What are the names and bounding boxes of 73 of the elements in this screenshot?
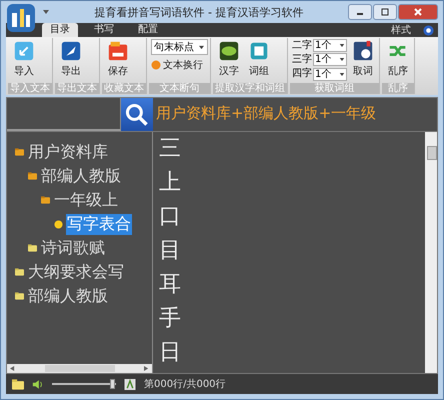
export-icon (60, 40, 82, 62)
ribbon-button[interactable]: 词组 (245, 39, 273, 79)
leaf-icon (218, 40, 240, 62)
wrap-text-button[interactable]: 文本换行 (151, 58, 203, 72)
style-menu[interactable]: 样式 (391, 23, 411, 37)
caret-icon (339, 57, 345, 62)
count-dropdown[interactable]: 1个 (313, 53, 347, 66)
vertical-scrollbar[interactable] (425, 132, 437, 373)
ribbon-button[interactable]: 乱序 (384, 39, 412, 79)
caret-icon[interactable] (42, 9, 50, 15)
help-icon[interactable] (423, 24, 434, 36)
group-label: 文本断句 (149, 83, 210, 94)
ribbon-button[interactable]: 取词 (349, 39, 377, 79)
tree-item[interactable]: 大纲要求会写 (27, 262, 125, 282)
ribbon-button[interactable]: 保存 (104, 39, 132, 79)
search-button[interactable] (121, 98, 153, 131)
tree-item[interactable]: 部编人教版 (27, 286, 109, 306)
circle-icon (151, 60, 161, 70)
speaker-icon[interactable] (32, 378, 44, 390)
tree-item[interactable]: 一年级上 (53, 190, 119, 210)
close-icon (413, 7, 423, 17)
character: 耳 (159, 271, 181, 299)
horizontal-scrollbar[interactable] (7, 364, 152, 373)
tree-item[interactable]: 诗词歌赋 (40, 238, 106, 258)
folder-icon (107, 40, 129, 62)
caret-icon (339, 72, 345, 77)
library-path: 用户资料库+部编人教版+一年级 (155, 103, 378, 124)
maximize-icon (380, 7, 390, 17)
volume-slider[interactable] (52, 379, 116, 389)
character: 上 (159, 169, 181, 197)
character: 目 (159, 237, 181, 265)
left-arrow-icon (10, 366, 15, 371)
maximize-button[interactable] (373, 4, 397, 20)
window-title: 提育看拼音写词语软件 - 提育汉语学习软件 (94, 4, 304, 20)
import-icon (13, 40, 35, 62)
punctuation-dropdown[interactable]: 句末标点 (151, 39, 208, 55)
tree-item[interactable]: 写字表合 (66, 214, 132, 234)
character: 手 (159, 305, 181, 333)
character: 口 (159, 203, 181, 231)
group-label: 获取词组 (290, 83, 379, 94)
close-button[interactable] (398, 4, 438, 20)
ribbon-button[interactable]: 导出 (57, 39, 85, 79)
caret-icon (198, 44, 205, 50)
count-dropdown[interactable]: 1个 (313, 68, 347, 81)
count-label: 四字 (292, 68, 312, 80)
group-label: 收藏文本 (102, 83, 146, 94)
group-label: 乱序 (382, 83, 414, 94)
group-label: 提取汉字和词组 (213, 83, 287, 94)
count-label: 三字 (292, 54, 312, 66)
count-dropdown[interactable]: 1个 (313, 39, 347, 52)
ribbon-tab[interactable]: 书写 (86, 23, 122, 37)
tree-item[interactable]: 用户资料库 (27, 142, 109, 162)
document-icon (248, 40, 270, 62)
letter-icon (124, 378, 136, 390)
search-icon (124, 102, 150, 128)
tree-item[interactable]: 部编人教版 (40, 166, 122, 186)
ribbon-tab[interactable]: 配置 (130, 23, 166, 37)
minimize-button[interactable] (348, 4, 372, 20)
folder-icon[interactable] (12, 378, 24, 390)
character: 日 (159, 339, 181, 367)
ribbon-tab[interactable]: 目录 (42, 23, 78, 37)
ribbon-button[interactable]: 导入 (10, 39, 38, 79)
search-field[interactable] (7, 98, 121, 131)
app-logo-icon (6, 3, 36, 33)
right-arrow-icon (144, 366, 149, 371)
character: 三 (159, 135, 181, 163)
ribbon-button[interactable]: 汉字 (215, 39, 243, 79)
group-label: 导出文本 (55, 83, 99, 94)
group-label: 导入文本 (8, 83, 52, 94)
line-count: 第000行/共000行 (144, 378, 226, 391)
caret-icon (339, 43, 345, 48)
dot-icon (54, 220, 63, 228)
count-label: 二字 (292, 40, 312, 52)
